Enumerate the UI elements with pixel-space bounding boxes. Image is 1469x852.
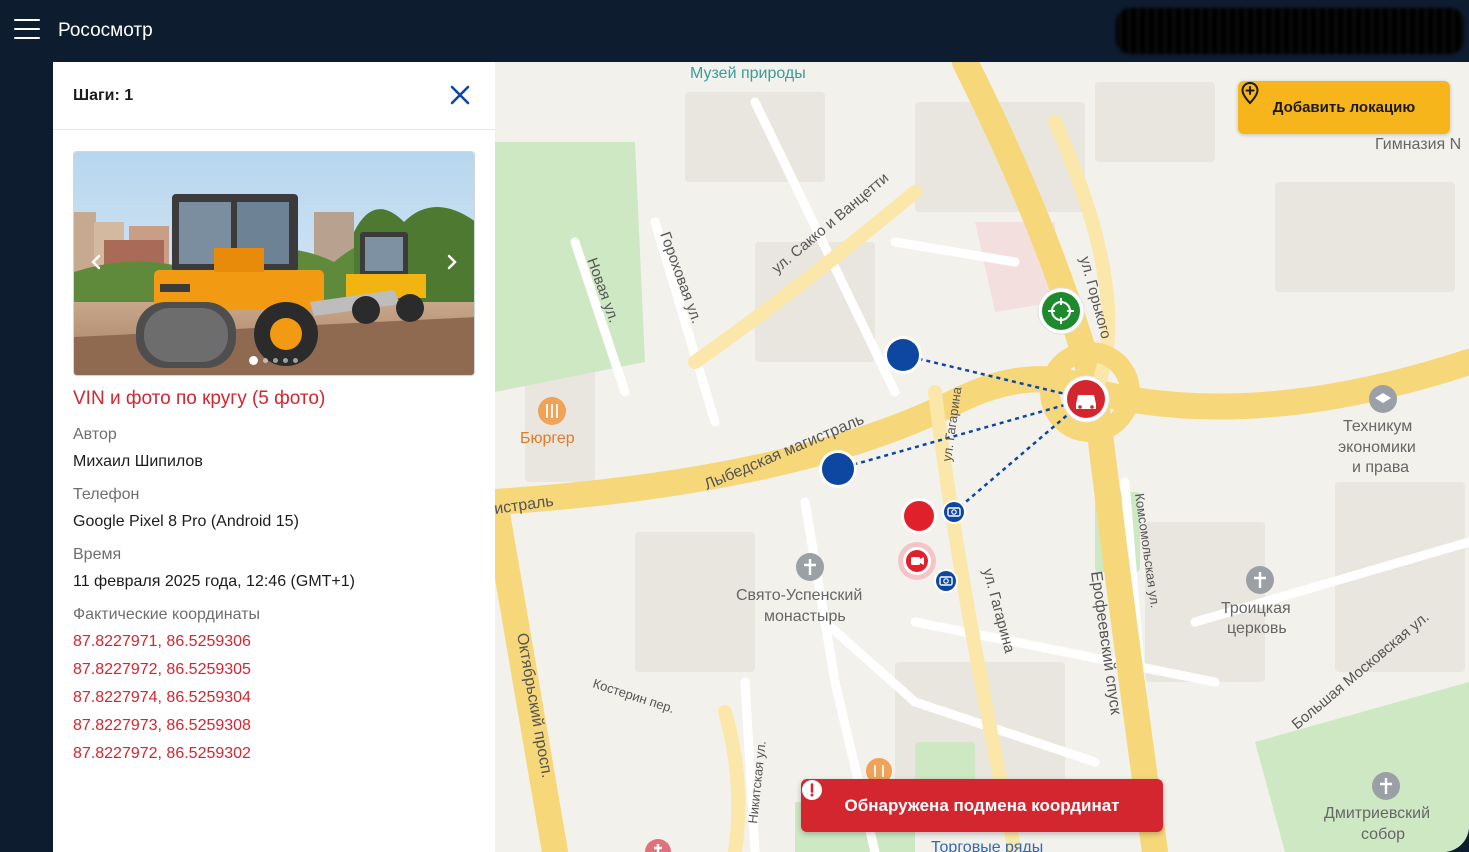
carousel-prev-icon[interactable]	[85, 250, 109, 274]
spoofing-alert: Обнаружена подмена координат	[801, 779, 1163, 832]
map-label-gagarina: ул. Гагарина	[979, 567, 1018, 656]
hospital-icon[interactable]	[645, 839, 671, 852]
add-location-button[interactable]: Добавить локацию	[1238, 81, 1450, 134]
app-window: Рососмотр Шаги: 1 VIN и фото по кругу (5…	[0, 0, 1469, 852]
map-canvas[interactable]: Музей природы Гимназия N ул. Сакко и Ван…	[495, 62, 1469, 852]
map-label-dmitriev-1: Дмитриевский	[1324, 805, 1430, 822]
map-label-dmitriev-2: собор	[1361, 826, 1405, 843]
step-details-panel: Шаги: 1 VIN и фото по кругу (5 фото) Авт…	[53, 62, 495, 852]
carousel-dot[interactable]	[273, 358, 278, 363]
map-label-monastery-2: монастырь	[764, 608, 846, 625]
coord-item[interactable]: 87.8227973, 86.5259308	[73, 717, 473, 735]
carousel-dot[interactable]	[249, 356, 258, 365]
map-label-burger: Бюргер	[520, 430, 575, 447]
coord-item[interactable]: 87.8227972, 86.5259305	[73, 661, 473, 679]
author-value: Михаил Шипилов	[73, 453, 203, 470]
photo-point-marker[interactable]	[884, 336, 922, 374]
photo-point-marker[interactable]	[819, 450, 857, 488]
camera-icon[interactable]	[934, 569, 958, 593]
app-title: Рососмотр	[58, 20, 153, 41]
location-plus-icon	[1241, 81, 1259, 105]
step-title: VIN и фото по кругу (5 фото)	[73, 388, 326, 409]
author-label: Автор	[73, 426, 117, 443]
steps-count: Шаги: 1	[73, 87, 134, 104]
map-label-torgovye: Торговые ряды	[931, 839, 1043, 852]
map-label-tech-2: экономики	[1338, 439, 1416, 456]
restaurant-icon[interactable]	[538, 397, 566, 425]
time-value: 11 февраля 2025 года, 12:46 (GMT+1)	[73, 573, 355, 590]
carousel-dots	[249, 356, 298, 365]
carousel-next-icon[interactable]	[439, 250, 463, 274]
spoofed-point-marker[interactable]	[901, 498, 937, 534]
carousel-dot[interactable]	[283, 358, 288, 363]
phone-label: Телефон	[73, 486, 140, 503]
target-location-marker[interactable]	[1037, 287, 1085, 335]
coord-item[interactable]: 87.8227972, 86.5259302	[73, 745, 473, 763]
coord-item[interactable]: 87.8227971, 86.5259306	[73, 633, 473, 651]
redacted-user-area	[1116, 8, 1464, 54]
car-location-marker[interactable]	[1062, 375, 1110, 423]
church-icon[interactable]	[1246, 566, 1274, 594]
church-icon[interactable]	[1372, 772, 1400, 800]
map-label-museum: Музей природы	[690, 65, 806, 82]
map-label-tech-3: и права	[1352, 459, 1409, 476]
video-point-marker[interactable]	[898, 542, 936, 580]
church-icon[interactable]	[796, 553, 824, 581]
alert-icon	[802, 780, 822, 800]
map-label-monastery-1: Свято-Успенский	[736, 587, 862, 604]
step-photo[interactable]	[73, 151, 475, 376]
hamburger-icon[interactable]	[14, 19, 40, 41]
map-view[interactable]: Музей природы Гимназия N ул. Сакко и Ван…	[495, 62, 1469, 852]
coord-item[interactable]: 87.8227974, 86.5259304	[73, 689, 473, 707]
coords-label: Фактические координаты	[73, 606, 261, 623]
top-bar: Рососмотр	[0, 0, 1469, 62]
camera-icon[interactable]	[942, 500, 966, 524]
map-label-troitsa-2: церковь	[1227, 620, 1287, 637]
close-icon[interactable]	[447, 82, 473, 108]
panel-header: Шаги: 1	[53, 62, 495, 130]
alert-text: Обнаружена подмена координат	[844, 795, 1120, 815]
education-icon[interactable]	[1369, 385, 1397, 413]
map-label-troitsa-1: Троицкая	[1221, 600, 1291, 617]
map-label-gymnasium: Гимназия N	[1375, 136, 1461, 153]
map-label-kosterin: Костерин пер.	[591, 676, 676, 716]
carousel-dot[interactable]	[293, 358, 298, 363]
time-label: Время	[73, 546, 122, 563]
map-label-tech-1: Техникум	[1343, 418, 1412, 435]
add-location-label: Добавить локацию	[1272, 99, 1416, 116]
step-info: VIN и фото по кругу (5 фото) Автор Михаи…	[73, 388, 473, 773]
carousel-dot[interactable]	[263, 358, 268, 363]
phone-value: Google Pixel 8 Pro (Android 15)	[73, 513, 299, 530]
